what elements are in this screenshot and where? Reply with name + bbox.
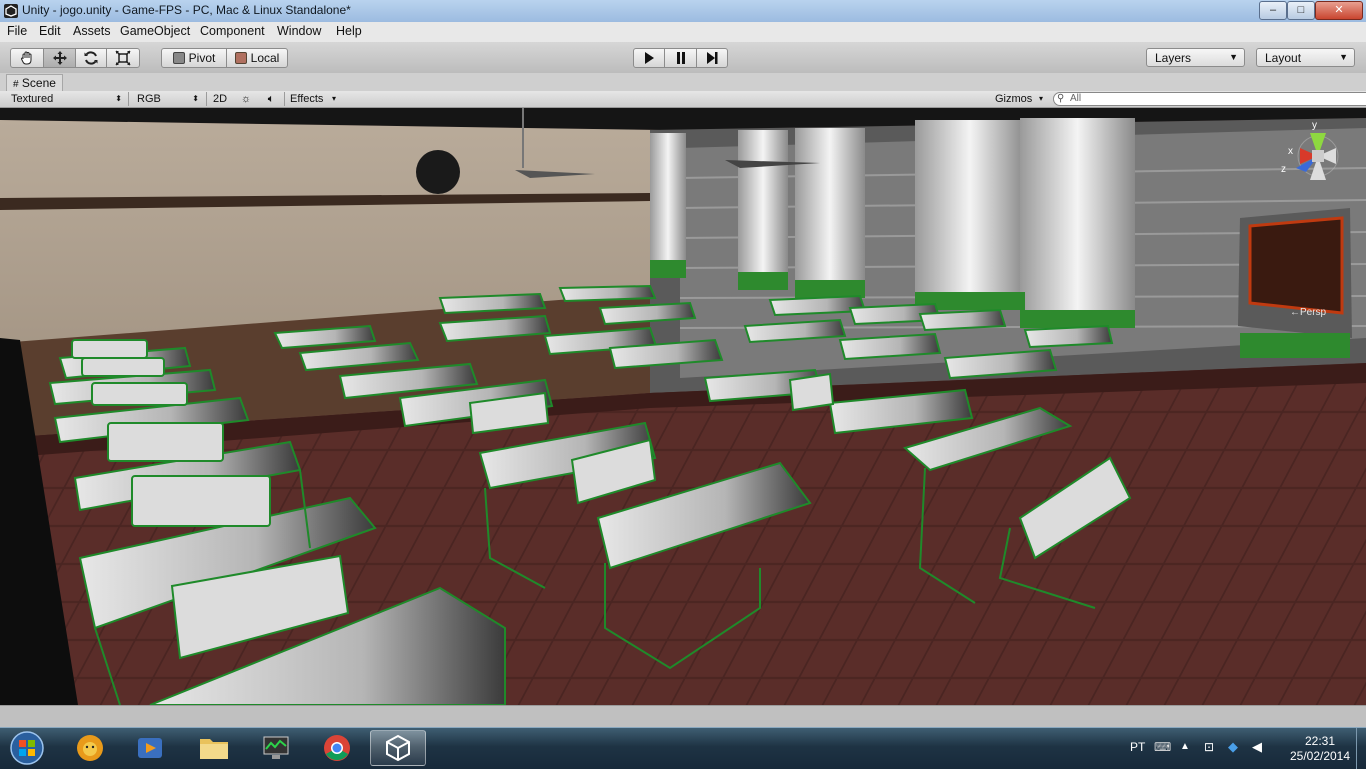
chevron-down-icon: ▼ [1229, 52, 1238, 62]
scene-view-toolbar: Textured ⬍ RGB ⬍ 2D ☼ 🔈︎ Effects ▾ Gizmo… [0, 91, 1366, 108]
layers-label: Layers [1155, 51, 1192, 65]
menu-component[interactable]: Component [200, 24, 265, 38]
move-tool-button[interactable] [43, 48, 76, 68]
layout-dropdown[interactable]: Layout ▼ [1256, 48, 1355, 67]
updown-arrow-icon: ⬍ [192, 94, 199, 103]
taskbar-media-player[interactable] [122, 730, 178, 766]
classroom-scene-render: y x z [0, 108, 1366, 705]
color-mode-dropdown[interactable]: RGB ⬍ [137, 92, 201, 106]
gizmo-axis-x: x [1288, 146, 1293, 157]
dropbox-icon[interactable]: ◆ [1228, 739, 1238, 755]
unity-logo-icon [4, 4, 18, 18]
unity-icon [386, 734, 410, 762]
menu-assets[interactable]: Assets [73, 24, 111, 38]
network-icon[interactable]: ⊡ [1204, 740, 1214, 754]
hand-icon [21, 51, 32, 65]
show-desktop-button[interactable] [1356, 728, 1366, 769]
chrome-icon [324, 735, 350, 761]
updown-arrow-icon: ⬍ [115, 94, 122, 103]
maximize-button[interactable]: □ [1287, 1, 1315, 20]
chevron-down-icon: ▾ [331, 94, 336, 103]
scale-icon [115, 50, 131, 66]
toolbar-divider [128, 92, 129, 106]
menu-gameobject[interactable]: GameObject [120, 24, 190, 38]
chevron-down-icon: ▼ [1339, 52, 1348, 62]
hierarchy-search-input[interactable]: All [1053, 92, 1366, 106]
gizmos-dropdown[interactable]: Gizmos ▾ [995, 92, 1045, 106]
gizmos-label: Gizmos [995, 93, 1033, 105]
minimize-button[interactable]: – [1259, 1, 1287, 20]
render-mode-label: Textured [11, 93, 54, 105]
monitor-icon [263, 736, 289, 759]
menu-edit[interactable]: Edit [39, 24, 61, 38]
rotate-icon [84, 51, 98, 65]
gizmo-axis-z: z [1281, 164, 1286, 175]
toolbar-divider [284, 92, 285, 106]
layers-dropdown[interactable]: Layers ▼ [1146, 48, 1245, 67]
menu-file[interactable]: File [7, 24, 27, 38]
layout-label: Layout [1265, 51, 1302, 65]
window-title-bar: Unity - jogo.unity - Game-FPS - PC, Mac … [0, 0, 1366, 23]
effects-dropdown[interactable]: Effects ▾ [290, 92, 338, 106]
step-button[interactable] [696, 48, 728, 68]
toggle-2d-button[interactable]: 2D [213, 92, 233, 106]
language-indicator[interactable]: PT [1130, 740, 1145, 754]
scene-tab-bar: # Scene [0, 73, 1366, 92]
show-hidden-icons-icon[interactable]: ▲ [1180, 741, 1190, 752]
local-label: Local [250, 51, 280, 65]
tab-scene[interactable]: # Scene [6, 74, 63, 92]
keyboard-icon[interactable]: ⌨ [1154, 740, 1171, 754]
scene-tab-label: Scene [21, 76, 56, 90]
close-button[interactable]: ✕ [1315, 1, 1363, 20]
color-mode-label: RGB [137, 93, 161, 105]
windows-start-icon [10, 731, 44, 765]
local-icon [234, 52, 247, 64]
scene-audio-icon[interactable]: 🔈︎ [262, 92, 280, 106]
pause-button[interactable] [664, 48, 697, 68]
pause-icon [676, 52, 685, 64]
menu-help[interactable]: Help [336, 24, 362, 38]
rotate-tool-button[interactable] [75, 48, 107, 68]
chevron-down-icon: ▾ [1038, 94, 1043, 103]
pivot-icon [172, 52, 185, 64]
windows-taskbar: PT ⌨ ▲ ⊡ ◆ ◀ 22:31 25/02/2014 [0, 727, 1366, 769]
toolbar-divider [206, 92, 207, 106]
taskbar-chrome[interactable] [309, 730, 365, 766]
effects-label: Effects [290, 93, 324, 105]
window-title: Unity - jogo.unity - Game-FPS - PC, Mac … [22, 3, 351, 17]
scene-tab-icon: # [13, 79, 19, 90]
volume-icon[interactable]: ◀ [1252, 739, 1262, 755]
menu-bar: File Edit Assets GameObject Component Wi… [0, 22, 1366, 42]
taskbar-file-explorer[interactable] [186, 730, 242, 766]
step-forward-icon [707, 52, 718, 64]
gizmo-axis-y: y [1312, 120, 1317, 131]
taskbar-task-manager[interactable] [248, 730, 304, 766]
taskbar-antivirus[interactable] [62, 730, 118, 766]
local-toggle-button[interactable]: Local [226, 48, 288, 68]
scene-viewport[interactable]: y x z ←Persp [0, 108, 1366, 705]
taskbar-unity[interactable] [370, 730, 426, 766]
move-arrows-icon [52, 51, 67, 65]
clock-time: 22:31 [1304, 734, 1336, 748]
menu-window[interactable]: Window [277, 24, 321, 38]
pivot-toggle-button[interactable]: Pivot [161, 48, 227, 68]
search-icon: ⚲ [1057, 93, 1065, 104]
hand-tool-button[interactable] [10, 48, 44, 68]
folder-icon [200, 739, 228, 759]
taskbar-clock[interactable]: 22:31 25/02/2014 [1280, 734, 1360, 764]
lion-shield-icon [77, 735, 103, 761]
clock-date: 25/02/2014 [1289, 749, 1351, 763]
main-toolbar: Pivot Local Layers ▼ Layout ▼ [0, 42, 1366, 74]
play-icon [645, 52, 654, 64]
scale-tool-button[interactable] [106, 48, 140, 68]
editor-status-bar [0, 705, 1366, 728]
render-mode-dropdown[interactable]: Textured ⬍ [11, 92, 124, 106]
media-player-icon [138, 738, 162, 758]
scene-lighting-icon[interactable]: ☼ [238, 92, 254, 106]
perspective-label[interactable]: ←Persp [1290, 307, 1326, 318]
play-button[interactable] [633, 48, 665, 68]
start-button[interactable] [2, 730, 52, 766]
pivot-label: Pivot [188, 51, 216, 65]
